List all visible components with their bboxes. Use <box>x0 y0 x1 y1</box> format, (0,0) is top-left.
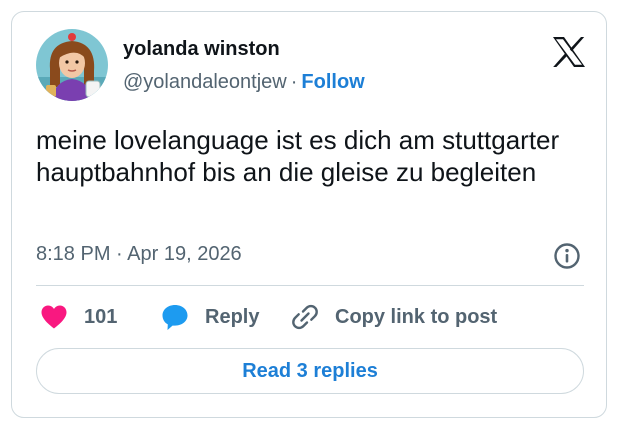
heart-icon <box>41 305 67 329</box>
copy-link-label: Copy link to post <box>335 305 498 328</box>
divider <box>36 285 584 286</box>
separator-dot: · <box>290 71 298 93</box>
reply-label: Reply <box>205 305 260 328</box>
copy-link-button[interactable]: Copy link to post <box>291 300 497 334</box>
tweet-text: meine lovelanguage ist es dich am stuttg… <box>36 125 560 187</box>
tweet-embed-card: yolanda winston @yolandaleontjew · Follow … <box>11 11 607 418</box>
avatar[interactable] <box>36 29 108 101</box>
like-button[interactable]: 101 <box>40 300 117 334</box>
author-name[interactable]: yolanda winston <box>123 38 280 61</box>
read-replies-button[interactable]: Read 3 replies <box>36 348 584 394</box>
author-handle[interactable]: @yolandaleontjew <box>123 71 287 93</box>
link-icon <box>292 304 318 330</box>
x-logo-icon[interactable] <box>552 36 586 68</box>
avatar-image <box>36 29 108 101</box>
info-icon[interactable] <box>553 242 581 270</box>
tweet-timestamp[interactable]: 8:18 PM · Apr 19, 2026 <box>36 243 242 266</box>
follow-button[interactable]: Follow <box>301 71 364 93</box>
like-count: 101 <box>84 305 118 328</box>
author-handle-line: @yolandaleontjew · Follow <box>123 71 365 94</box>
reply-bubble-icon <box>162 305 188 330</box>
reply-button[interactable]: Reply <box>161 300 259 334</box>
